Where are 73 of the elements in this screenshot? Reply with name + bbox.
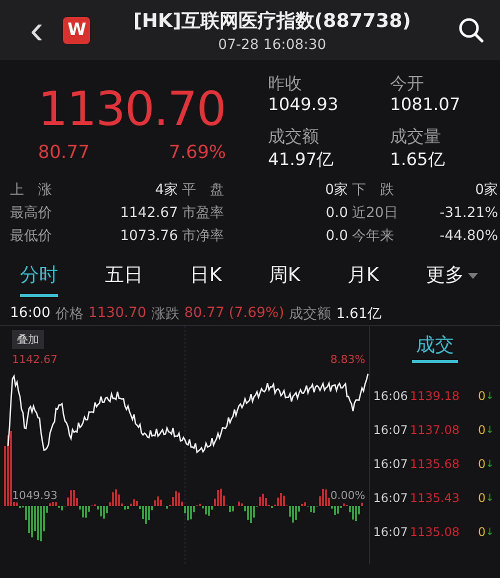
axis-label: 8.83% xyxy=(330,353,366,366)
stat-label: 最低价 xyxy=(10,227,53,246)
chart-tab[interactable]: 五日 xyxy=(105,262,144,297)
chart-tab[interactable]: 月K xyxy=(347,262,379,297)
trade-time: 16:07 xyxy=(373,423,408,437)
info-label: 价格 xyxy=(55,305,84,324)
trade-time: 16:07 xyxy=(373,525,408,539)
info-value: 80.77 (7.69%) xyxy=(184,305,284,323)
info-value: 1.61亿 xyxy=(336,305,382,324)
stat-label: 今开 xyxy=(390,73,425,95)
logo-icon: W xyxy=(63,16,90,44)
chart-tab[interactable]: 更多 xyxy=(426,262,478,297)
stat-value: 0家 xyxy=(324,181,349,200)
trade-price: 1135.68 xyxy=(410,457,460,471)
stat-value: 41.97亿 xyxy=(268,149,335,171)
percent-change: 7.69% xyxy=(168,142,226,163)
index-title: [HK]互联网医疗指数(887738) xyxy=(132,8,412,34)
stat-label: 成交额 xyxy=(268,126,320,148)
info-value: 16:00 xyxy=(10,305,50,323)
trade-volume: 0 xyxy=(478,457,486,471)
axis-label: 0.00% xyxy=(330,489,366,502)
trade-price: 1135.08 xyxy=(410,525,460,539)
down-arrow-icon: ↓ xyxy=(486,424,494,436)
stat-label: 最高价 xyxy=(10,204,53,223)
stat-value: 1049.93 xyxy=(268,95,340,115)
stat-label: 成交量 xyxy=(390,126,442,148)
stat-value: 1142.67 xyxy=(119,204,179,223)
stat-value: 1.65亿 xyxy=(390,149,446,171)
trade-volume: 0 xyxy=(478,525,486,539)
down-arrow-icon: ↓ xyxy=(486,492,494,504)
trade-volume: 0 xyxy=(478,491,486,505)
stat-label: 市净率 xyxy=(182,227,225,246)
trade-price: 1137.08 xyxy=(410,423,460,437)
trade-volume: 0 xyxy=(478,423,486,437)
trade-time: 16:07 xyxy=(373,457,408,471)
price-change: 80.77 xyxy=(38,142,90,163)
last-price: 1130.70 xyxy=(38,84,226,136)
stat-value: 1073.76 xyxy=(119,227,179,246)
trade-price: 1135.43 xyxy=(410,491,460,505)
overlay-button[interactable]: 叠加 xyxy=(12,330,44,349)
stat-label: 市盈率 xyxy=(182,204,225,223)
down-arrow-icon: ↓ xyxy=(486,390,494,402)
stat-label: 近20日 xyxy=(352,204,399,223)
trade-volume: 0 xyxy=(478,389,486,403)
trade-time: 16:06 xyxy=(373,389,408,403)
down-arrow-icon: ↓ xyxy=(486,526,494,538)
stat-label: 今年来 xyxy=(352,227,395,246)
stat-label: 平 盘 xyxy=(182,181,225,200)
info-value: 1130.70 xyxy=(88,305,146,323)
stat-value: 0.0 xyxy=(324,204,349,223)
chart-tab[interactable]: 日K xyxy=(190,262,222,297)
stat-value: -44.80% xyxy=(438,227,499,246)
stat-label: 昨收 xyxy=(268,73,303,95)
back-button[interactable]: ‹ xyxy=(30,12,44,48)
stat-label: 上 涨 xyxy=(10,181,53,200)
info-label: 涨跌 xyxy=(151,305,180,324)
stat-value: 4家 xyxy=(154,181,179,200)
stat-value: -31.21% xyxy=(438,204,499,223)
info-label: 成交额 xyxy=(289,305,332,324)
axis-label: 1142.67 xyxy=(12,353,58,366)
trade-price: 1139.18 xyxy=(410,389,460,403)
trade-time: 16:07 xyxy=(373,491,408,505)
stat-value: 1081.07 xyxy=(390,95,462,115)
quote-time: 07-28 16:08:30 xyxy=(217,36,328,52)
stat-label: 下 跌 xyxy=(352,181,395,200)
axis-label: 1049.93 xyxy=(12,489,58,502)
chart-tab[interactable]: 周K xyxy=(268,262,300,297)
chart-tab[interactable]: 分时 xyxy=(20,262,58,297)
stat-value: 0家 xyxy=(474,181,499,200)
trades-tab[interactable]: 成交 xyxy=(412,332,458,363)
stat-value: 0.0 xyxy=(324,227,349,246)
search-icon[interactable] xyxy=(458,17,484,43)
down-arrow-icon: ↓ xyxy=(486,458,494,470)
